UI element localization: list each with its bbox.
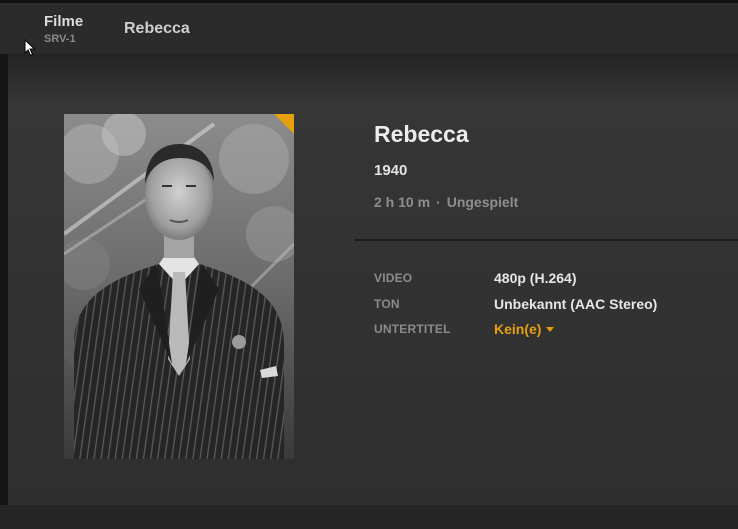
movie-year: 1940 bbox=[374, 162, 408, 179]
section-divider bbox=[354, 239, 738, 241]
movie-poster[interactable] bbox=[64, 114, 294, 459]
subtitle-value: Kein(e) bbox=[494, 321, 542, 337]
caret-down-icon bbox=[546, 326, 555, 332]
bottom-band bbox=[0, 505, 738, 529]
video-label: VIDEO bbox=[374, 271, 413, 285]
subtitle-dropdown[interactable]: Kein(e) bbox=[494, 321, 555, 337]
video-value: 480p (H.264) bbox=[494, 270, 577, 286]
sidebar-edge bbox=[0, 54, 8, 529]
audio-value: Unbekannt (AAC Stereo) bbox=[494, 296, 658, 312]
top-bar: Filme SRV-1 Rebecca bbox=[0, 0, 738, 54]
audio-label: TON bbox=[374, 297, 400, 311]
unwatched-corner-icon bbox=[274, 114, 294, 134]
panel-shadow bbox=[8, 54, 738, 104]
poster-image bbox=[64, 114, 294, 459]
meta-separator: · bbox=[436, 194, 441, 210]
watch-status: Ungespielt bbox=[446, 194, 519, 210]
movie-title: Rebecca bbox=[374, 121, 469, 147]
breadcrumb-library[interactable]: Filme SRV-1 bbox=[44, 13, 83, 46]
breadcrumb-library-title: Filme bbox=[44, 13, 84, 30]
subtitle-label: UNTERTITEL bbox=[374, 322, 451, 336]
mouse-cursor-icon bbox=[24, 39, 36, 57]
movie-meta: 2 h 10 m · Ungespielt bbox=[374, 194, 518, 210]
app-window: Filme SRV-1 Rebecca Rebecca 1940 2 h 10 … bbox=[0, 0, 738, 529]
breadcrumb-server-name: SRV-1 bbox=[44, 33, 76, 45]
breadcrumb-current-item[interactable]: Rebecca bbox=[124, 20, 190, 38]
movie-duration: 2 h 10 m bbox=[374, 194, 431, 210]
